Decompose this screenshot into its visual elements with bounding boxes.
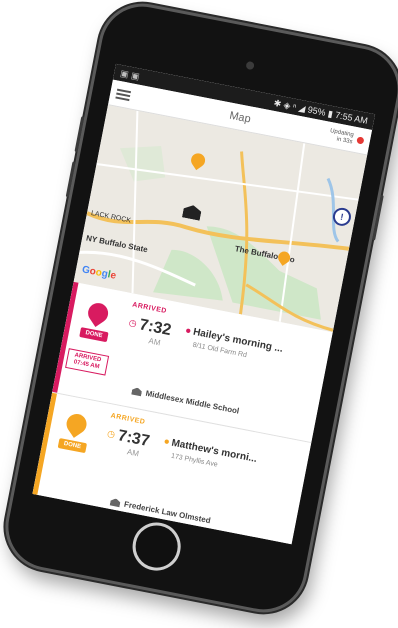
clock-icon: ◷ xyxy=(106,428,117,440)
done-badge: DONE xyxy=(57,438,87,454)
power-button xyxy=(372,194,384,241)
check-pin-icon xyxy=(62,410,91,438)
stop-time: 7:32 xyxy=(137,316,173,340)
school-name: Frederick Law Olmsted xyxy=(123,499,212,526)
volume-down-button xyxy=(65,161,76,198)
done-badge: DONE xyxy=(79,327,109,343)
stop-status-stripe xyxy=(32,392,57,504)
school-row: Frederick Law Olmsted xyxy=(110,497,212,526)
app-screen: ▣ ▣ ✱ ◈ ⁿ ◢ 95% ▮ 7:55 AM Map Updating i… xyxy=(32,63,376,545)
stop-badge: DONE xyxy=(73,299,120,344)
stop-badge: DONE xyxy=(52,410,99,455)
arrived-time-box: ARRIVED 07:45 AM xyxy=(65,348,110,376)
earpiece xyxy=(245,60,255,71)
school-icon xyxy=(131,387,142,397)
location-pin-icon: ● xyxy=(184,325,193,338)
volume-up-button xyxy=(74,116,85,153)
check-pin-icon xyxy=(84,299,112,327)
school-icon xyxy=(110,497,121,507)
phone-device: ▣ ▣ ✱ ◈ ⁿ ◢ 95% ▮ 7:55 AM Map Updating i… xyxy=(0,0,398,620)
home-button[interactable] xyxy=(128,518,185,575)
location-pin-icon: ● xyxy=(162,436,171,449)
stop-status-stripe xyxy=(52,281,79,393)
clock-icon: ◷ xyxy=(127,317,138,329)
school-name: Middlesex Middle School xyxy=(144,388,240,416)
stop-time: 7:37 xyxy=(116,427,152,451)
